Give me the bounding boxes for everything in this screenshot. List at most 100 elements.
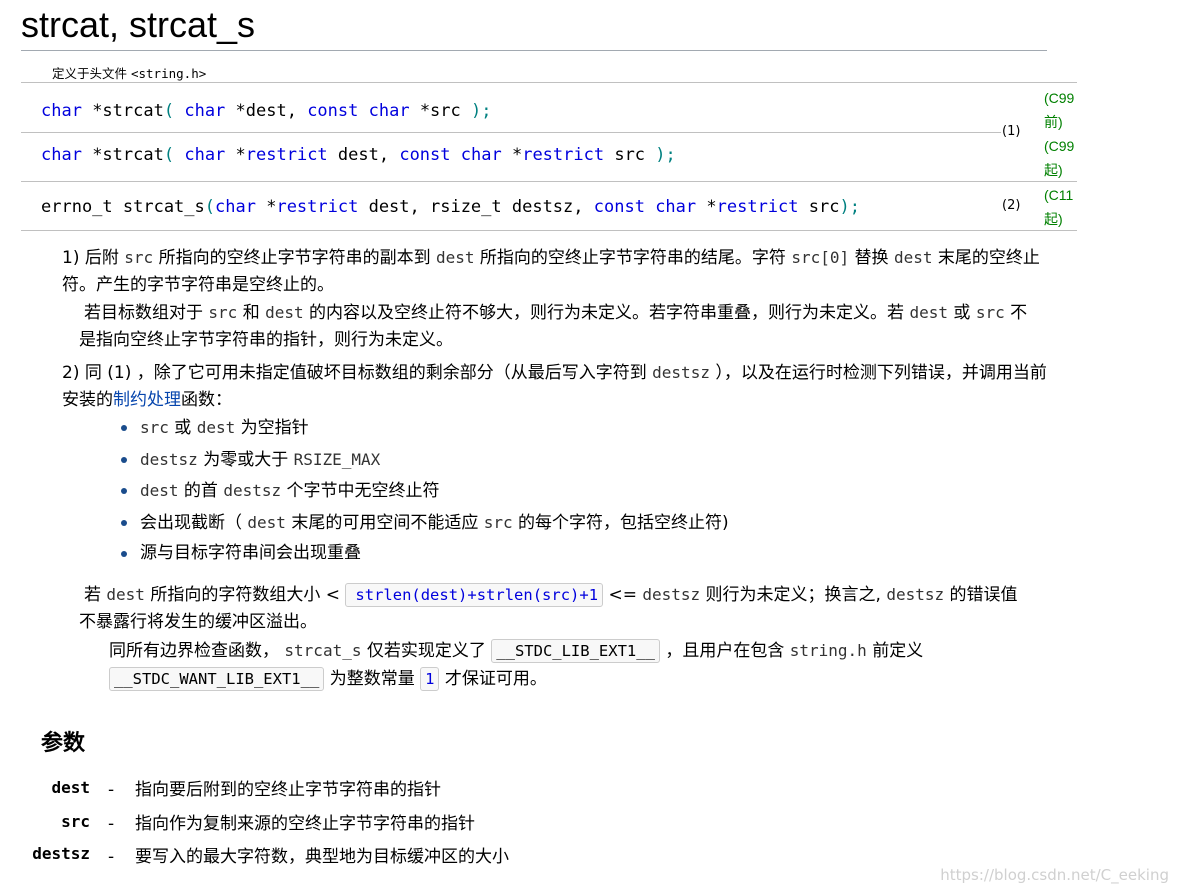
text-run: 同所有边界检查函数， [109,641,285,661]
header-prefix: 定义于头文件 [52,66,131,81]
inline-code: src [976,303,1005,323]
text-run: 替换 [849,248,894,268]
inline-code: src [124,248,153,268]
code-keyword: char [41,101,82,121]
text-run: 会出现截断（ [140,513,248,533]
error-condition-item: src 或 dest 为空指针 [140,414,309,442]
constraint-handler-link[interactable]: 制约处理 [113,390,181,410]
declaration-strcat-c89: char *strcat( char *dest, const char *sr… [41,100,491,122]
item-number: 1) [62,248,80,268]
param-name-destsz: destsz [32,844,90,863]
table-rule-sep [21,181,1077,182]
code-keyword: char [460,145,502,165]
bullet-dot [121,425,127,431]
text-run: <= [603,585,643,605]
inline-code-text: src [140,418,169,437]
text-run: *src [409,101,471,121]
text-run: 所指向的空终止字节字符串的结尾。字符 [474,248,792,268]
text-run: * [225,145,246,165]
inline-code: destsz [642,585,700,605]
text-run: 的内容以及空终止符不够大，则行为未定义。若字符串重叠，则行为未定义。若 [303,303,910,323]
inline-code-text: destsz [652,363,710,382]
undefined-behavior-note: 若 dest 所指向的字符数组大小 < strlen(dest)+strlen(… [79,581,1029,636]
description-1: 1) 后附 src 所指向的空终止字节字符串的副本到 dest 所指向的空终止字… [62,244,1052,299]
text-run: 个字节中无空终止符 [281,481,440,501]
inline-code: RSIZE_MAX [294,450,381,470]
bullet-dot [121,457,127,463]
inline-code: dest [436,248,475,268]
inline-code: destsz [140,450,198,470]
table-rule-mid [21,132,1001,133]
inline-code: string.h [790,641,867,661]
inline-code: src [208,303,237,323]
inline-code-text: strcat_s [284,641,362,660]
param-dash: - [108,814,115,834]
param-name-dest: dest [51,778,90,797]
text-run: 仅若实现定义了 [361,641,492,661]
parameters-heading: 参数 [41,731,86,756]
text-run: 为空指针 [235,418,309,438]
text-run: errno_t strcat_s [41,197,205,217]
bullet-dot [121,520,127,526]
text-run [645,197,655,217]
text-run: 所指向的字符数组大小 < [144,585,346,605]
code-punctuation: ); [839,197,860,217]
inline-code: dest [140,481,179,501]
text-run: 同 (1) ，除了它可用未指定值破坏目标数组的剩余部分（从最后写入字符到 [79,363,653,383]
standard-badge-c99-since: (C99 起) [1044,138,1075,178]
inline-code-text: dest [140,481,179,500]
macro-box: __STDC_LIB_EXT1__ [491,639,660,663]
inline-code-text: dest [196,418,236,437]
code-keyword: char [368,101,410,121]
inline-code: destsz [223,481,281,501]
inline-code: dest [894,248,933,268]
text-run: src [604,145,656,165]
text-run: dest, rsize_t destsz, [358,197,594,217]
inline-code-text: dest [247,513,286,532]
error-condition-item: 源与目标字符串间会出现重叠 [140,540,361,567]
inline-code-text: destsz [886,585,945,604]
text-run [174,145,184,165]
inline-code: src[0] [791,248,849,268]
text-run: 的每个字符，包括空终止符) [512,513,729,533]
code-keyword: char [184,101,226,121]
inline-code-text: destsz [223,481,282,500]
header-file: <string.h> [130,66,207,81]
code-keyword: char [655,197,697,217]
text-run: src [798,197,840,217]
code-keyword: const [399,145,451,165]
declaration-strcat-s: errno_t strcat_s(char *restrict dest, rs… [41,196,860,218]
description-2: 2) 同 (1) ，除了它可用未指定值破坏目标数组的剩余部分（从最后写入字符到 … [62,359,1062,414]
code-keyword: restrict [522,145,605,165]
text-run: dest, [327,145,400,165]
bullet-dot [121,551,127,557]
header-definition: 定义于头文件 <string.h> [52,66,206,82]
code-keyword: restrict [716,197,799,217]
code-keyword: char [41,145,82,165]
page-title: strcat, strcat_s [21,4,256,45]
code-box: strlen(dest)+strlen(src)+1 [345,583,604,607]
text-run: 后附 [79,248,125,268]
inline-code: dest [247,513,286,533]
overload-number-2: (2) [1002,198,1021,213]
param-desc-src: 指向作为复制来源的空终止字节字符串的指针 [135,814,475,834]
param-desc-dest: 指向要后附到的空终止字节字符串的指针 [135,780,441,800]
table-rule-bottom [21,230,1077,231]
overload-number-1: (1) [1002,124,1021,139]
text-run: 或 [168,418,197,438]
inline-code: strcat_s [284,641,361,661]
error-condition-item: destsz 为零或大于 RSIZE_MAX [140,446,380,474]
error-condition-item: dest 的首 destsz 个字节中无空终止符 [140,477,440,505]
text-run: 若目标数组对于 [84,303,209,323]
text-run: 函数： [181,390,232,410]
text-run: 才保证可用。 [439,669,547,689]
code-punctuation: ); [655,145,676,165]
macro-box: __STDC_WANT_LIB_EXT1__ [109,667,325,691]
inline-code: src [140,418,169,438]
text-run: * [501,145,523,165]
code-keyword: const [307,101,359,121]
inline-code: src [484,513,513,533]
code-keyword: char [215,197,256,217]
inline-code-text: dest [909,303,948,322]
text-run: 和 [237,303,266,323]
